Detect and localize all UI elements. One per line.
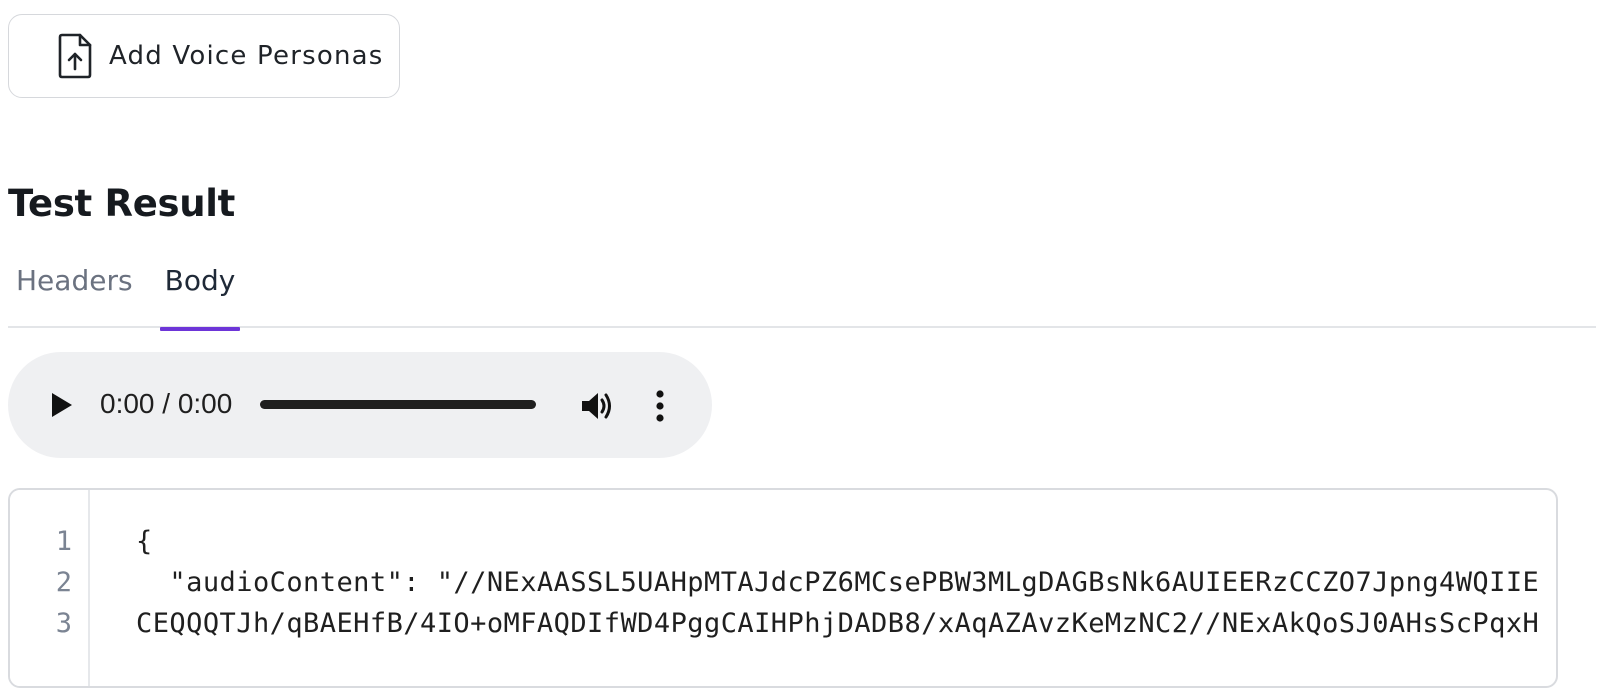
line-number: 2	[55, 567, 72, 598]
tab-body[interactable]: Body	[160, 260, 240, 331]
audio-time-display: 0:00 / 0:00	[100, 388, 233, 419]
code-line: CEQQQTJh/qBAEHfB/4IO+oMFAQDIfWD4PggCAIHP…	[136, 608, 1540, 639]
line-number: 1	[55, 526, 72, 557]
response-body-code: 1 2 3 { "audioContent": "//NExAASSL5UAHp…	[8, 488, 1558, 688]
audio-player: 0:00 / 0:00	[8, 352, 712, 458]
add-voice-personas-button[interactable]: Add Voice Personas	[8, 14, 400, 98]
play-icon[interactable]	[50, 392, 74, 418]
test-result-heading: Test Result	[8, 182, 236, 225]
tab-headers[interactable]: Headers	[16, 260, 133, 328]
code-line: "audioContent": "//NExAASSL5UAHpMTAJdcPZ…	[136, 567, 1540, 598]
audio-progress-slider[interactable]	[260, 400, 536, 409]
add-voice-personas-label: Add Voice Personas	[109, 41, 384, 71]
result-tabs: Headers Body	[8, 260, 1596, 331]
line-number: 3	[55, 608, 72, 639]
line-number-gutter: 1 2 3	[10, 490, 90, 686]
volume-icon[interactable]	[580, 390, 616, 422]
code-line: {	[136, 526, 153, 557]
file-upload-icon	[55, 32, 95, 80]
more-vertical-icon[interactable]	[648, 389, 672, 423]
